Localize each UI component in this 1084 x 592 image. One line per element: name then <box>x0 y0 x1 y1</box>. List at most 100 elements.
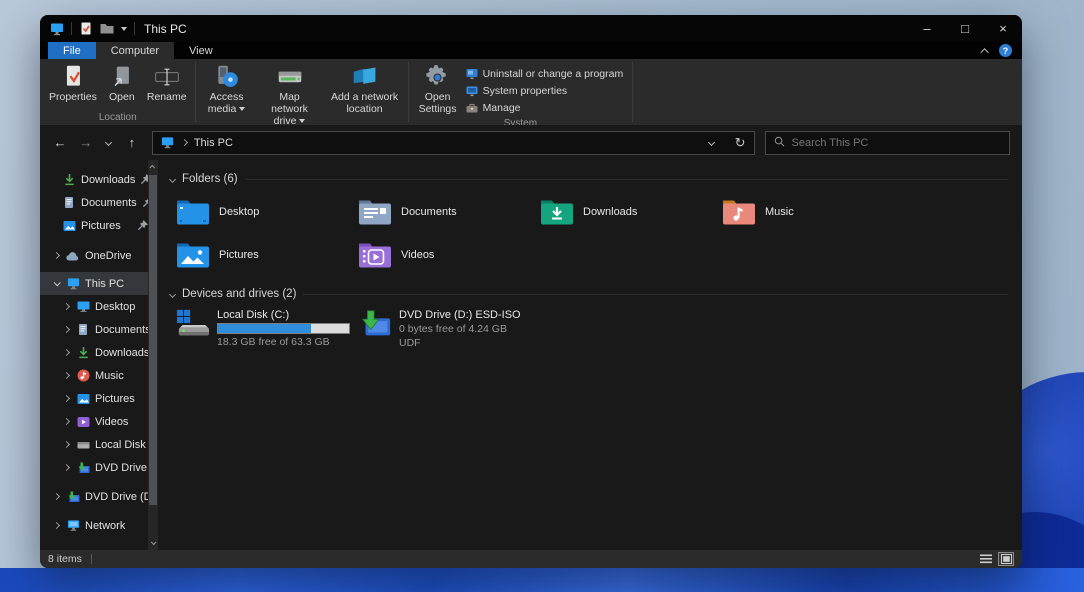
drive-tile-local-disk[interactable]: Local Disk (C:) 18.3 GB free of 63.3 GB <box>176 308 358 349</box>
tab-file[interactable]: File <box>48 42 96 59</box>
open-icon <box>107 63 137 91</box>
drives-grid: Local Disk (C:) 18.3 GB free of 63.3 GB … <box>176 308 1022 349</box>
expand-chevron-icon[interactable] <box>62 394 71 403</box>
uninstall-icon <box>466 69 478 80</box>
properties-button[interactable]: Properties <box>44 62 102 105</box>
address-bar[interactable]: This PC ↻ <box>151 130 755 155</box>
wallpaper-bottom-petals <box>0 568 1084 592</box>
folder-tile-desktop[interactable]: Desktop <box>176 193 358 230</box>
uninstall-program-button[interactable]: Uninstall or change a program <box>466 66 623 82</box>
manage-button[interactable]: Manage <box>466 100 624 116</box>
expand-chevron-icon[interactable] <box>62 417 71 426</box>
ribbon-separator <box>194 62 196 122</box>
qat-new-folder-icon[interactable] <box>100 22 114 36</box>
expand-chevron-icon[interactable] <box>62 348 71 357</box>
access-media-button[interactable]: Access media <box>199 62 255 117</box>
scroll-up-icon[interactable] <box>148 161 158 173</box>
expand-chevron-icon[interactable] <box>52 251 61 260</box>
back-icon[interactable]: ← <box>48 135 72 150</box>
expand-chevron-icon[interactable] <box>52 521 61 530</box>
desktop-folder-icon <box>176 198 210 226</box>
this-pc-icon <box>66 277 80 291</box>
drive-name: Local Disk (C:) <box>217 309 290 321</box>
qat-properties-icon[interactable] <box>79 22 93 36</box>
expand-chevron-icon[interactable] <box>62 325 71 334</box>
folder-tile-documents[interactable]: Documents <box>358 193 540 230</box>
collapse-chevron-icon[interactable] <box>52 279 61 287</box>
collapse-ribbon-icon[interactable] <box>980 47 989 57</box>
drive-name: DVD Drive (D:) ESD-ISO <box>399 309 521 321</box>
drive-free-space: 18.3 GB free of 63.3 GB <box>217 336 330 348</box>
thumbnail-view-icon[interactable] <box>998 552 1014 566</box>
documents-icon <box>76 323 90 337</box>
folder-tile-videos[interactable]: Videos <box>358 236 540 273</box>
sidebar-item-qa-downloads[interactable]: Downloads <box>40 168 152 191</box>
expand-chevron-icon[interactable] <box>62 440 71 449</box>
close-button[interactable]: × <box>984 15 1022 42</box>
tab-view[interactable]: View <box>174 42 228 59</box>
scroll-down-icon[interactable] <box>148 537 158 549</box>
breadcrumb-path[interactable]: This PC <box>194 137 233 149</box>
section-collapse-icon[interactable] <box>168 175 177 183</box>
drives-section-header[interactable]: Devices and drives (2) <box>168 285 1022 303</box>
folder-tile-pictures[interactable]: Pictures <box>176 236 358 273</box>
section-collapse-icon[interactable] <box>168 290 177 298</box>
sidebar-item-qa-documents[interactable]: Documents <box>40 191 153 214</box>
dvd-drive-icon <box>66 490 80 504</box>
scrollbar-thumb[interactable] <box>149 175 157 505</box>
breadcrumb-chevron-icon[interactable] <box>180 138 188 147</box>
qat-customize-caret[interactable] <box>121 26 127 31</box>
search-input[interactable] <box>791 136 1002 149</box>
expand-chevron-icon[interactable] <box>52 492 61 501</box>
music-folder-icon <box>722 198 756 226</box>
sidebar-item-desktop[interactable]: Desktop <box>40 295 148 318</box>
details-view-icon[interactable] <box>978 552 994 566</box>
sidebar-item-qa-pictures[interactable]: Pictures <box>40 214 148 237</box>
expand-chevron-icon[interactable] <box>62 302 71 311</box>
folder-tile-music[interactable]: Music <box>722 193 904 230</box>
system-properties-button[interactable]: System properties <box>466 83 624 99</box>
open-button[interactable]: Open <box>102 62 142 105</box>
folders-section-header[interactable]: Folders (6) <box>168 170 1022 188</box>
open-settings-button[interactable]: Open Settings <box>412 62 464 117</box>
sidebar-item-dvd-drive-child[interactable]: DVD Drive (D:) E <box>40 456 158 479</box>
map-network-drive-button[interactable]: Map network drive <box>255 62 325 128</box>
add-network-location-button[interactable]: Add a network location <box>325 62 405 117</box>
drive-filesystem: UDF <box>399 337 421 349</box>
network-icon <box>66 519 80 533</box>
sidebar-item-documents[interactable]: Documents <box>40 318 151 341</box>
help-icon[interactable]: ? <box>999 44 1012 57</box>
recent-locations-icon[interactable] <box>100 138 118 147</box>
refresh-icon[interactable]: ↻ <box>735 135 746 151</box>
capacity-bar <box>217 323 350 334</box>
sidebar-item-music[interactable]: Music <box>40 364 148 387</box>
local-disk-icon <box>76 438 90 452</box>
pictures-folder-icon <box>176 241 210 269</box>
sidebar-item-local-disk-c[interactable]: Local Disk (C:) <box>40 433 158 456</box>
explorer-body: Downloads Documents Pictures OneDrive Th… <box>40 160 1022 550</box>
onedrive-cloud-icon <box>66 249 80 263</box>
maximize-button[interactable]: □ <box>946 15 984 42</box>
status-bar: 8 items <box>40 550 1022 568</box>
tab-computer[interactable]: Computer <box>95 42 175 59</box>
address-dropdown-icon[interactable] <box>703 138 721 147</box>
up-icon[interactable]: ↑ <box>120 135 144 150</box>
search-box[interactable] <box>764 130 1011 155</box>
sidebar-item-pictures[interactable]: Pictures <box>40 387 148 410</box>
expand-chevron-icon[interactable] <box>62 463 71 472</box>
forward-icon[interactable]: → <box>74 135 98 150</box>
expand-chevron-icon[interactable] <box>62 371 71 380</box>
group-label-location: Location <box>98 112 137 123</box>
rename-button[interactable]: Rename <box>142 62 192 105</box>
sidebar-scrollbar[interactable] <box>148 160 158 550</box>
sidebar-item-network[interactable]: Network <box>40 514 148 537</box>
sidebar-item-onedrive[interactable]: OneDrive <box>40 244 148 267</box>
sidebar-item-this-pc[interactable]: This PC <box>40 272 148 295</box>
sidebar-item-downloads[interactable]: Downloads <box>40 341 149 364</box>
folder-tile-downloads[interactable]: Downloads <box>540 193 722 230</box>
sidebar-item-videos[interactable]: Videos <box>40 410 148 433</box>
drive-tile-dvd[interactable]: DVD Drive (D:) ESD-ISO 0 bytes free of 4… <box>358 308 540 349</box>
ribbon: Properties Open Rename Location Access m… <box>40 59 1022 140</box>
minimize-button[interactable]: – <box>908 15 946 42</box>
sidebar-item-dvd-drive[interactable]: DVD Drive (D:) ES <box>40 485 158 508</box>
